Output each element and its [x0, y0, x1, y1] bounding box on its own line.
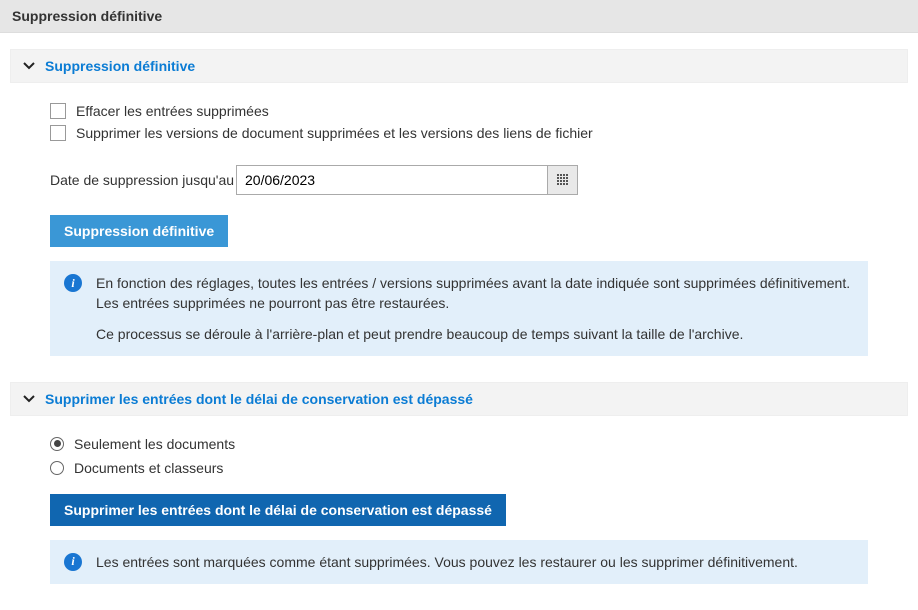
checkbox-icon	[50, 125, 66, 141]
radio-label: Documents et classeurs	[74, 460, 223, 476]
section-header-retention-expired[interactable]: Supprimer les entrées dont le délai de c…	[10, 382, 908, 416]
section-title: Suppression définitive	[45, 58, 195, 74]
checkbox-label: Effacer les entrées supprimées	[76, 103, 269, 119]
info-icon: i	[64, 553, 82, 571]
section-header-permanent-delete[interactable]: Suppression définitive	[10, 49, 908, 83]
date-input[interactable]	[237, 166, 547, 194]
radio-icon	[50, 461, 64, 475]
date-field	[236, 165, 578, 195]
info-text: En fonction des réglages, toutes les ent…	[96, 273, 854, 344]
section-body: Seulement les documents Documents et cla…	[10, 416, 908, 594]
page-title: Suppression définitive	[0, 0, 918, 33]
section-permanent-delete: Suppression définitive Effacer les entré…	[10, 49, 908, 366]
checkbox-label: Supprimer les versions de document suppr…	[76, 125, 593, 141]
section-body: Effacer les entrées supprimées Supprimer…	[10, 83, 908, 366]
info-box: i En fonction des réglages, toutes les e…	[50, 261, 868, 356]
radio-documents-and-folders[interactable]: Documents et classeurs	[50, 460, 868, 476]
chevron-down-icon	[23, 60, 35, 72]
radio-documents-only[interactable]: Seulement les documents	[50, 436, 868, 452]
date-label: Date de suppression jusqu'au	[50, 172, 236, 188]
info-icon: i	[64, 274, 82, 292]
date-row: Date de suppression jusqu'au	[50, 165, 868, 195]
checkbox-delete-versions[interactable]: Supprimer les versions de document suppr…	[50, 125, 868, 141]
permanent-delete-button[interactable]: Suppression définitive	[50, 215, 228, 247]
checkbox-clear-deleted[interactable]: Effacer les entrées supprimées	[50, 103, 868, 119]
chevron-down-icon	[23, 393, 35, 405]
info-text: Les entrées sont marquées comme étant su…	[96, 552, 798, 572]
info-paragraph: Ce processus se déroule à l'arrière-plan…	[96, 324, 854, 344]
delete-expired-button[interactable]: Supprimer les entrées dont le délai de c…	[50, 494, 506, 526]
radio-label: Seulement les documents	[74, 436, 235, 452]
radio-icon	[50, 437, 64, 451]
checkbox-icon	[50, 103, 66, 119]
section-title: Supprimer les entrées dont le délai de c…	[45, 391, 473, 407]
scope-radio-group: Seulement les documents Documents et cla…	[50, 436, 868, 476]
info-paragraph: En fonction des réglages, toutes les ent…	[96, 273, 854, 314]
info-box: i Les entrées sont marquées comme étant …	[50, 540, 868, 584]
info-paragraph: Les entrées sont marquées comme étant su…	[96, 552, 798, 572]
section-retention-expired: Supprimer les entrées dont le délai de c…	[10, 382, 908, 594]
date-picker-button[interactable]	[547, 166, 577, 194]
